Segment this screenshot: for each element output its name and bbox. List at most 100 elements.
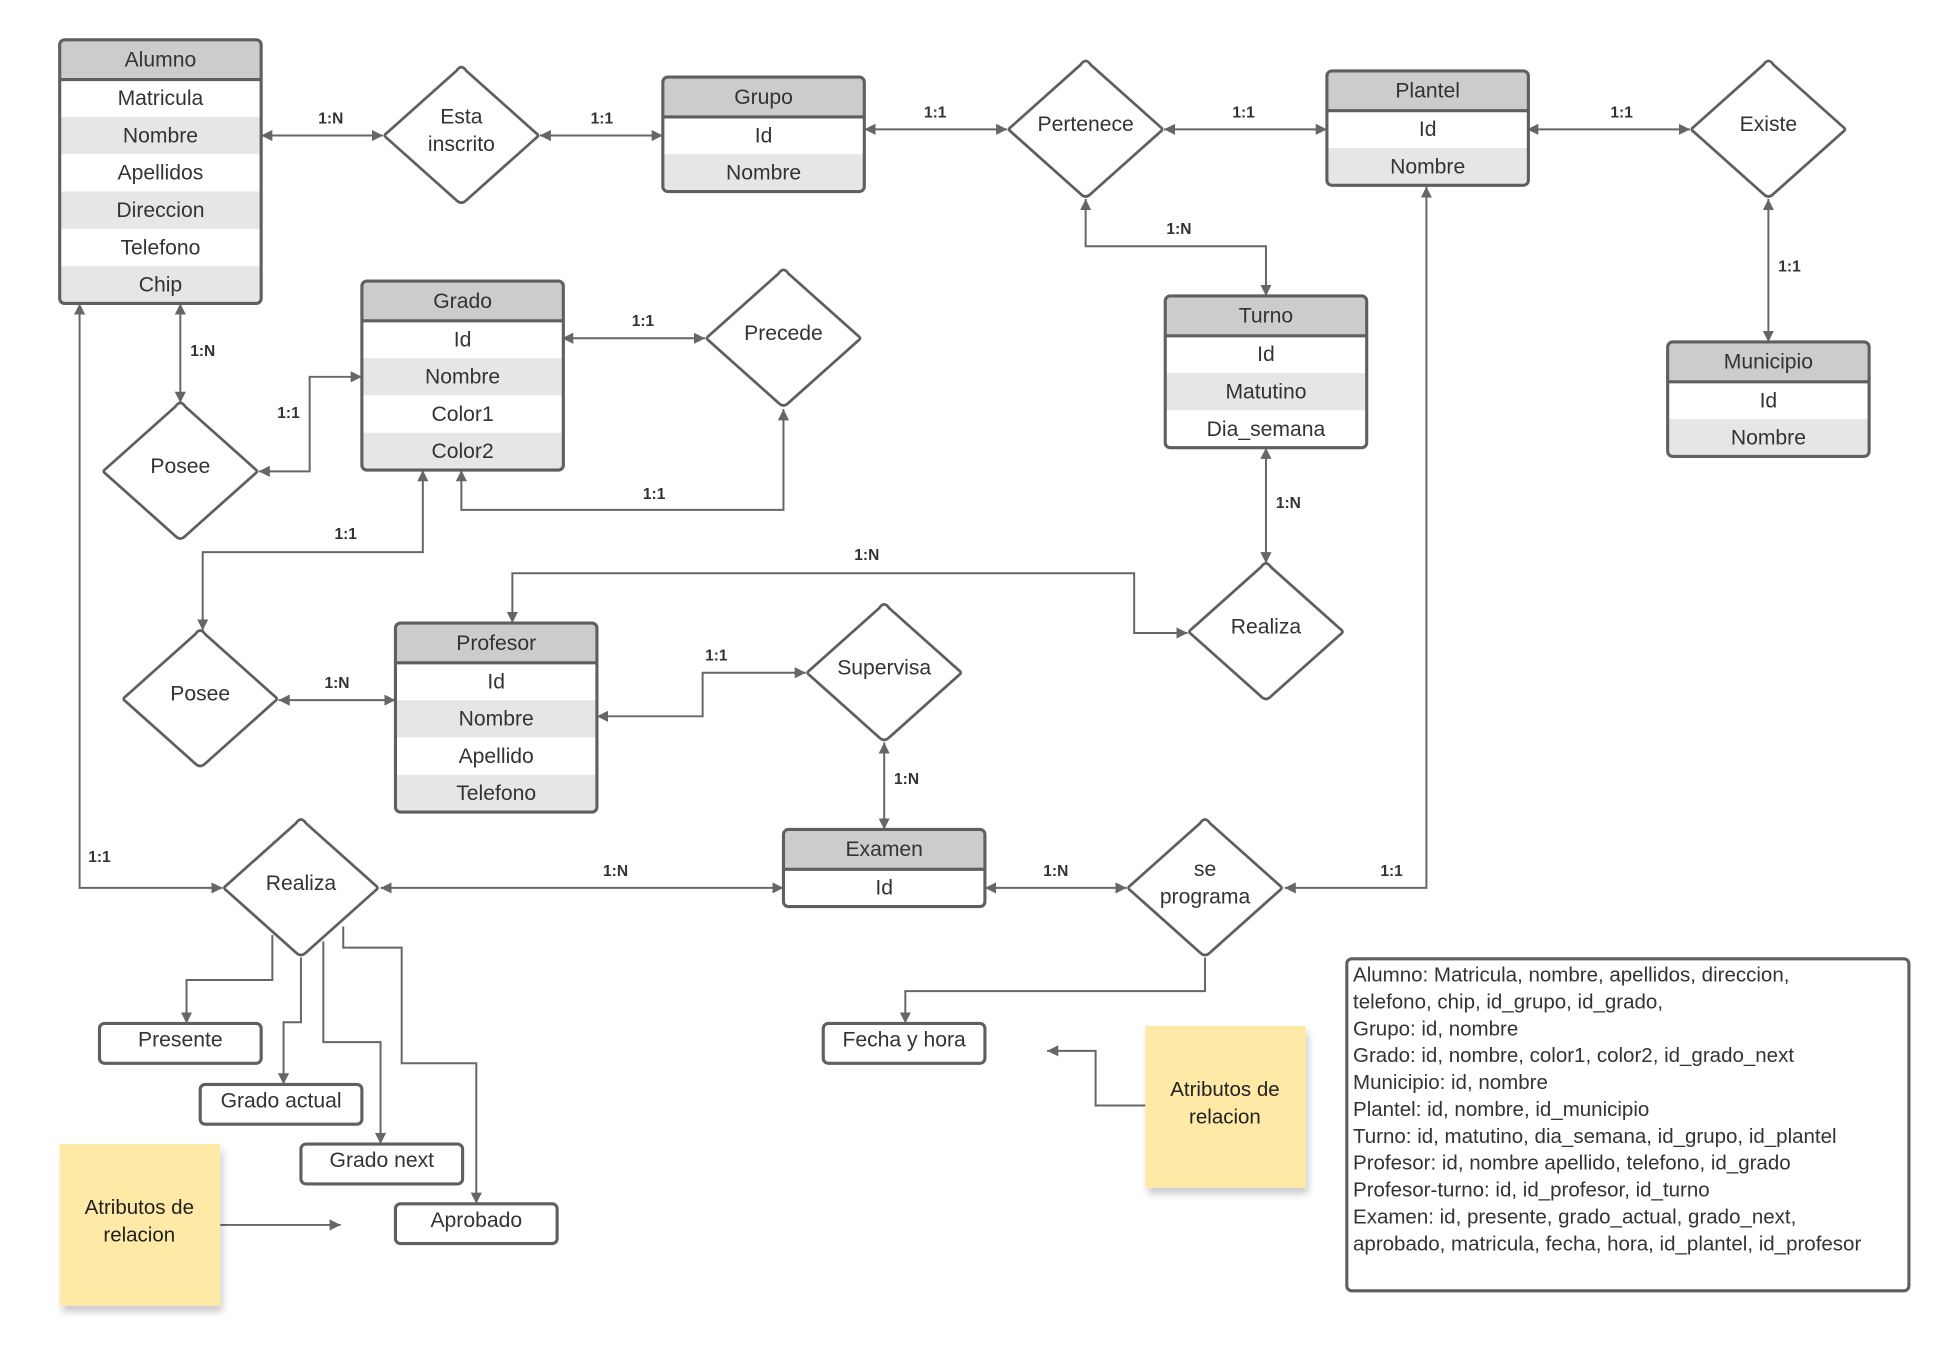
connector — [596, 667, 806, 722]
schema-note-line: Grado: id, nombre, color1, color2, id_gr… — [1353, 1044, 1794, 1067]
field-nombre: Nombre — [1731, 427, 1806, 450]
field-nombre: Nombre — [459, 708, 534, 731]
relationship-posee2[interactable]: Posee — [122, 629, 279, 768]
entity-grado[interactable]: Id Nombre Color1 Color2 Grado — [360, 279, 565, 472]
attribute-presente[interactable]: Presente — [97, 1021, 263, 1065]
relationship-se_programa[interactable]: se programa — [1127, 818, 1283, 957]
connector — [1047, 1045, 1146, 1107]
relationship-label: Precede — [744, 322, 823, 345]
relationship-label: Posee — [170, 683, 230, 706]
schema-note-line: Examen: id, presente, grado_actual, grad… — [1353, 1205, 1796, 1228]
connector — [180, 935, 274, 1024]
cardinality-label: 1:1 — [1232, 104, 1255, 121]
field-color1: Color1 — [431, 403, 493, 426]
cardinality-label: 1:1 — [334, 526, 357, 543]
schema-note-line: Profesor-turno: id, id_profesor, id_turn… — [1353, 1179, 1710, 1202]
er-diagram: 1:N 1:1 1:1 1:1 1:1 1:1 1:N 1:N 1:1 1:1 1:1 1:1 1:N 1… — [58, 38, 1911, 1306]
relationship-existe[interactable]: Existe — [1690, 59, 1847, 198]
entity-title: Grupo — [734, 86, 793, 109]
field-nombre: Nombre — [1390, 155, 1465, 178]
field-id: Id — [1760, 389, 1778, 412]
entity-turno[interactable]: Id Matutino Dia_semana Turno — [1163, 294, 1369, 450]
sticky-note-text: relacion — [1189, 1105, 1261, 1128]
sticky-note[interactable]: Atributos de relacion — [1145, 1025, 1306, 1188]
cardinality-label: 1:1 — [591, 110, 614, 127]
relationship-realiza_turno[interactable]: Realiza — [1188, 561, 1344, 701]
relationship-pertenece[interactable]: Pertenece — [1007, 59, 1164, 198]
cardinality-label: 1:N — [894, 771, 919, 788]
schema-notes-box[interactable]: Alumno: Matricula, nombre, apellidos, di… — [1345, 957, 1911, 1293]
sticky-note[interactable]: Atributos de relacion — [59, 1144, 221, 1306]
connector — [899, 957, 1207, 1024]
cardinality-label: 1:1 — [88, 849, 111, 866]
cardinality-label: 1:1 — [1778, 258, 1801, 275]
field-nombre: Nombre — [123, 124, 198, 147]
cardinality-label: 1:1 — [705, 648, 728, 665]
field-apellido: Apellido — [459, 745, 534, 768]
connector — [277, 957, 302, 1085]
schema-note-line: Turno: id, matutino, dia_semana, id_grup… — [1353, 1125, 1837, 1148]
field-id: Id — [1419, 118, 1437, 141]
cardinality-label: 1:N — [318, 110, 343, 127]
relationship-label: Esta — [440, 106, 483, 129]
field-matricula: Matricula — [118, 87, 204, 110]
field-id: Id — [875, 877, 893, 900]
relationship-posee1[interactable]: Posee — [102, 401, 259, 540]
cardinality-label: 1:N — [854, 547, 879, 564]
field-id: Id — [454, 328, 472, 351]
field-direccion: Direccion — [116, 199, 204, 222]
attribute-label: Presente — [138, 1028, 223, 1051]
entity-grupo[interactable]: Id Nombre Grupo — [661, 75, 866, 194]
field-telefono: Telefono — [456, 782, 536, 805]
relationship-label: Supervisa — [837, 657, 931, 680]
relationship-label: inscrito — [428, 133, 495, 156]
relationship-label: Pertenece — [1037, 113, 1133, 136]
relationship-label: Existe — [1740, 113, 1798, 136]
entity-municipio[interactable]: Id Nombre Municipio — [1666, 340, 1871, 458]
field-chip: Chip — [139, 274, 182, 297]
connector — [258, 371, 362, 477]
schema-note-line: telefono, chip, id_grupo, id_grado, — [1353, 991, 1663, 1014]
entity-title: Alumno — [125, 49, 197, 72]
connector — [506, 572, 1188, 639]
attribute-grado_actual[interactable]: Grado actual — [198, 1082, 364, 1126]
field-nombre: Nombre — [425, 366, 500, 389]
relationship-label: Realiza — [266, 872, 337, 895]
attribute-fecha_hora[interactable]: Fecha y hora — [821, 1021, 987, 1065]
cardinality-label: 1:N — [603, 863, 628, 880]
field-id: Id — [1257, 343, 1275, 366]
attribute-grado_next[interactable]: Grado next — [299, 1142, 465, 1186]
connector — [322, 941, 387, 1145]
field-nombre: Nombre — [726, 162, 801, 185]
connector — [1080, 198, 1272, 296]
attribute-label: Fecha y hora — [842, 1028, 966, 1051]
relationship-label: programa — [1160, 885, 1251, 908]
entity-title: Examen — [845, 838, 923, 861]
attribute-aprobado[interactable]: Aprobado — [393, 1202, 559, 1246]
connector — [197, 470, 429, 631]
sticky-note-text: Atributos de — [1170, 1078, 1279, 1101]
entity-alumno[interactable]: Matricula Nombre Apellidos Direccion Telefon… — [58, 38, 263, 305]
entity-examen[interactable]: Id Examen — [781, 827, 987, 909]
schema-note-line: Alumno: Matricula, nombre, apellidos, di… — [1353, 964, 1789, 987]
cardinality-label: 1:1 — [277, 405, 300, 422]
relationship-precede[interactable]: Precede — [705, 268, 862, 407]
relationship-realiza_examen[interactable]: Realiza — [223, 818, 379, 957]
field-apellidos: Apellidos — [118, 162, 204, 185]
entity-profesor[interactable]: Id Nombre Apellido Telefono Profesor — [393, 621, 599, 814]
schema-note-line: Profesor: id, nombre apellido, telefono,… — [1353, 1152, 1791, 1175]
relationship-supervisa[interactable]: Supervisa — [806, 603, 963, 742]
relationship-label: Realiza — [1231, 616, 1302, 639]
schema-note-line: Municipio: id, nombre — [1353, 1071, 1548, 1094]
relationship-esta_inscrito[interactable]: Esta inscrito — [383, 65, 540, 205]
cardinality-label: 1:1 — [1380, 863, 1403, 880]
cardinality-label: 1:N — [1043, 863, 1068, 880]
cardinality-label: 1:N — [190, 343, 215, 360]
entity-plantel[interactable]: Id Nombre Plantel — [1325, 69, 1530, 187]
cardinality-label: 1:N — [1166, 221, 1191, 238]
cardinality-label: 1:N — [324, 675, 349, 692]
connector — [1284, 186, 1432, 894]
sticky-note-text: relacion — [103, 1224, 175, 1247]
attribute-label: Grado actual — [221, 1089, 342, 1112]
schema-note-line: aprobado, matricula, fecha, hora, id_pla… — [1353, 1232, 1861, 1255]
